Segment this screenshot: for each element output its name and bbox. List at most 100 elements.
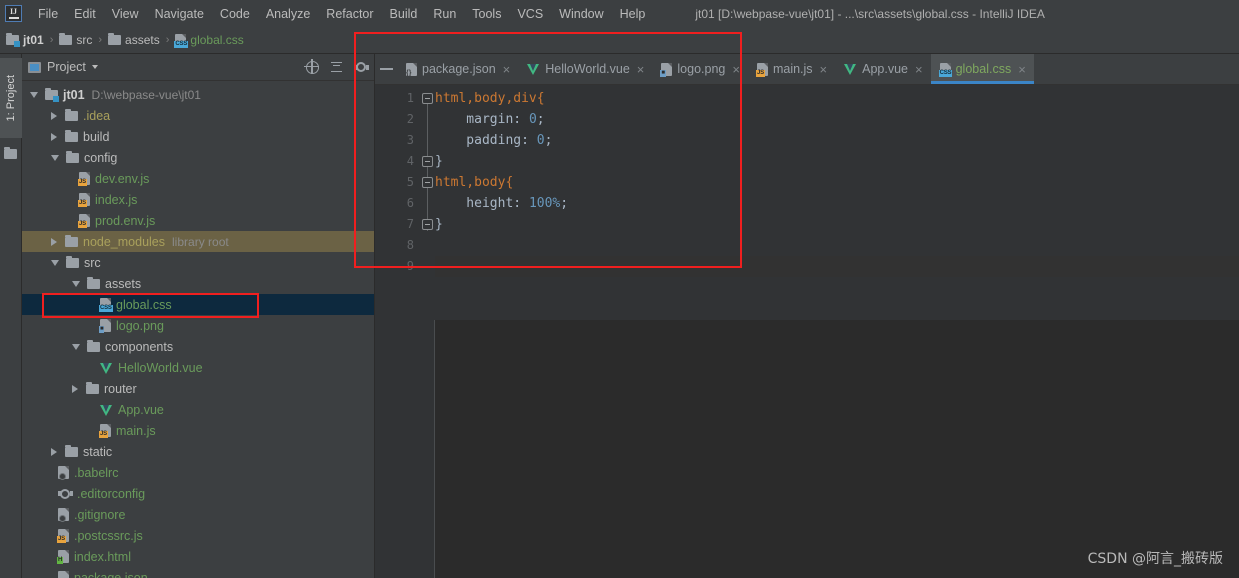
module-folder-icon — [6, 33, 20, 47]
structure-folder-icon[interactable] — [4, 146, 17, 164]
breadcrumb-item-src[interactable]: src — [59, 33, 92, 47]
line-number: 6 — [406, 196, 414, 210]
chevron-down-icon[interactable] — [72, 280, 80, 287]
chevron-down-icon[interactable] — [51, 154, 59, 161]
editor-gutter[interactable]: 1 2 3 4 5 6 7 8 9 — [375, 85, 421, 320]
tree-node-main-js[interactable]: JS main.js — [22, 420, 374, 441]
close-icon[interactable]: × — [1018, 63, 1026, 76]
editor-tab-global-css[interactable]: CSS global.css × — [930, 54, 1034, 84]
code-folding-rail[interactable] — [421, 85, 435, 320]
menu-item-file[interactable]: File — [30, 4, 66, 24]
tree-node-prod-env-js[interactable]: JS prod.env.js — [22, 210, 374, 231]
babel-file-icon — [58, 466, 69, 480]
tree-node-src[interactable]: src — [22, 252, 374, 273]
menu-item-analyze[interactable]: Analyze — [258, 4, 318, 24]
chevron-down-icon[interactable] — [51, 259, 59, 266]
tree-node-jt01[interactable]: jt01 D:\webpase-vue\jt01 — [22, 84, 374, 105]
editor-tab-logo-png[interactable]: ■ logo.png × — [652, 54, 748, 84]
intellij-logo-icon: IJ — [5, 5, 22, 22]
tree-node-app-vue[interactable]: App.vue — [22, 399, 374, 420]
chevron-down-icon[interactable] — [72, 343, 80, 350]
tree-node-helloworld-vue[interactable]: HelloWorld.vue — [22, 357, 374, 378]
tree-node-logo-png[interactable]: ■ logo.png — [22, 315, 374, 336]
menu-item-tools[interactable]: Tools — [464, 4, 509, 24]
tree-node-config[interactable]: config — [22, 147, 374, 168]
editor-tab-helloworld-vue[interactable]: HelloWorld.vue × — [518, 54, 652, 84]
tree-node-static[interactable]: static — [22, 441, 374, 462]
fold-marker-block-2-start[interactable] — [422, 177, 433, 188]
chevron-right-icon[interactable] — [51, 132, 58, 141]
editor-tab-label: main.js — [772, 62, 813, 76]
tree-node--editorconfig[interactable]: .editorconfig — [22, 483, 374, 504]
code-token: : — [513, 196, 529, 211]
chevron-right-icon[interactable] — [51, 447, 58, 456]
line-number: 5 — [406, 175, 414, 189]
tree-node--idea[interactable]: .idea — [22, 105, 374, 126]
menu-items-container: File Edit View Navigate Code Analyze Refactor B… — [30, 4, 653, 24]
menu-item-edit[interactable]: Edit — [66, 4, 104, 24]
breadcrumb-item-assets[interactable]: assets — [108, 33, 160, 47]
line-number: 3 — [406, 133, 414, 147]
chevron-right-icon[interactable] — [72, 384, 79, 393]
editor-tab-main-js[interactable]: JS main.js × — [748, 54, 835, 84]
tool-window-button-project[interactable]: 1: Project — [0, 58, 22, 138]
chevron-down-icon[interactable] — [91, 65, 98, 69]
hide-tool-window-button[interactable] — [375, 54, 397, 84]
tree-node-build[interactable]: build — [22, 126, 374, 147]
tree-node--postcssrc-js[interactable]: JS .postcssrc.js — [22, 525, 374, 546]
code-token: padding — [435, 133, 522, 148]
editor-tab-app-vue[interactable]: App.vue × — [835, 54, 930, 84]
tree-node-dev-env-js[interactable]: JS dev.env.js — [22, 168, 374, 189]
editor-viewport[interactable]: 1 2 3 4 5 6 7 8 9 html,body,div{ margin: 0; padd… — [375, 85, 1239, 320]
chevron-down-icon[interactable] — [30, 91, 38, 98]
tree-node-assets[interactable]: assets — [22, 273, 374, 294]
settings-gear-icon[interactable] — [353, 60, 369, 74]
intellij-logo-text: IJ — [9, 7, 18, 16]
close-icon[interactable]: × — [732, 63, 740, 76]
fold-marker-block-1-start[interactable] — [422, 93, 433, 104]
menu-item-refactor[interactable]: Refactor — [318, 4, 381, 24]
tree-node--babelrc[interactable]: .babelrc — [22, 462, 374, 483]
menu-item-view[interactable]: View — [104, 4, 147, 24]
breadcrumb-item-label: global.css — [190, 33, 244, 47]
tree-node--gitignore[interactable]: .gitignore — [22, 504, 374, 525]
tree-node-label: logo.png — [116, 318, 164, 333]
tree-node-components[interactable]: components — [22, 336, 374, 357]
vue-file-icon — [527, 63, 540, 75]
folder-icon — [65, 234, 78, 247]
project-tree[interactable]: jt01 D:\webpase-vue\jt01 .idea build config J… — [22, 81, 374, 578]
editor-tab-package-json[interactable]: package.json × — [397, 54, 518, 84]
tree-node-node-modules[interactable]: node_modules library root — [22, 231, 374, 252]
close-icon[interactable]: × — [820, 63, 828, 76]
tree-node-router[interactable]: router — [22, 378, 374, 399]
menu-item-run[interactable]: Run — [425, 4, 464, 24]
menu-item-build[interactable]: Build — [382, 4, 426, 24]
menu-item-vcs[interactable]: VCS — [509, 4, 551, 24]
close-icon[interactable]: × — [503, 63, 511, 76]
close-icon[interactable]: × — [637, 63, 645, 76]
menu-item-code[interactable]: Code — [212, 4, 258, 24]
breadcrumb-item-jt01[interactable]: jt01 — [6, 33, 44, 47]
menu-item-window[interactable]: Window — [551, 4, 611, 24]
tree-node-package-json[interactable]: package.json — [22, 567, 374, 578]
chevron-right-icon[interactable] — [51, 237, 58, 246]
breadcrumb-item-global-css[interactable]: CSS global.css — [174, 33, 244, 48]
close-icon[interactable]: × — [915, 63, 923, 76]
fold-marker-block-1-end[interactable] — [422, 156, 433, 167]
tree-node-label: prod.env.js — [95, 213, 156, 228]
chevron-right-icon[interactable] — [51, 111, 58, 120]
locate-icon[interactable] — [304, 58, 319, 74]
tree-node-index-html[interactable]: Hindex.html — [22, 546, 374, 567]
menu-item-navigate[interactable]: Navigate — [147, 4, 212, 24]
collapse-all-icon[interactable] — [330, 61, 343, 74]
tree-node-index-js[interactable]: JS index.js — [22, 189, 374, 210]
tree-node-label: static — [83, 444, 113, 459]
code-content[interactable]: html,body,div{ margin: 0; padding: 0;} ht… — [435, 85, 1239, 320]
fold-marker-block-2-end[interactable] — [422, 219, 433, 230]
tree-node-label: src — [84, 255, 101, 270]
tree-node-label: main.js — [116, 423, 156, 438]
tree-node-global-css[interactable]: CSS global.css — [22, 294, 374, 315]
js-file-icon: JS — [57, 529, 69, 543]
file-type-badge: JS — [78, 221, 87, 228]
menu-item-help[interactable]: Help — [612, 4, 654, 24]
